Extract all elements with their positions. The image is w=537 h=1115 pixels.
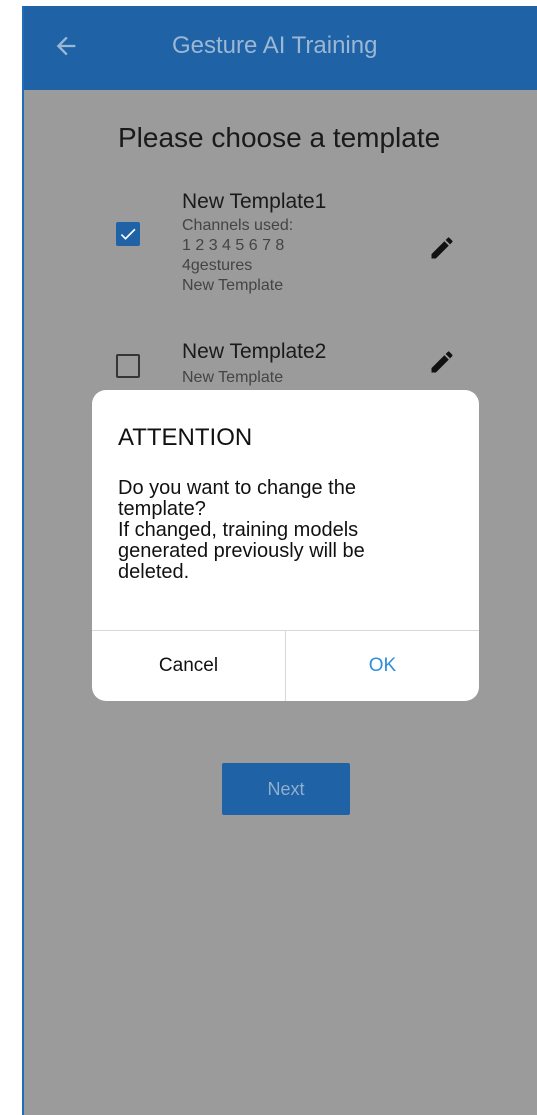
dialog-message: Do you want to change the template? If c… [118,477,365,583]
cancel-button[interactable]: Cancel [92,631,285,701]
dialog-title: ATTENTION [118,424,253,451]
app-screen: Gesture AI Training Please choose a temp… [24,6,537,1115]
ok-button[interactable]: OK [286,631,479,701]
attention-dialog: ATTENTION Do you want to change the temp… [92,390,479,701]
